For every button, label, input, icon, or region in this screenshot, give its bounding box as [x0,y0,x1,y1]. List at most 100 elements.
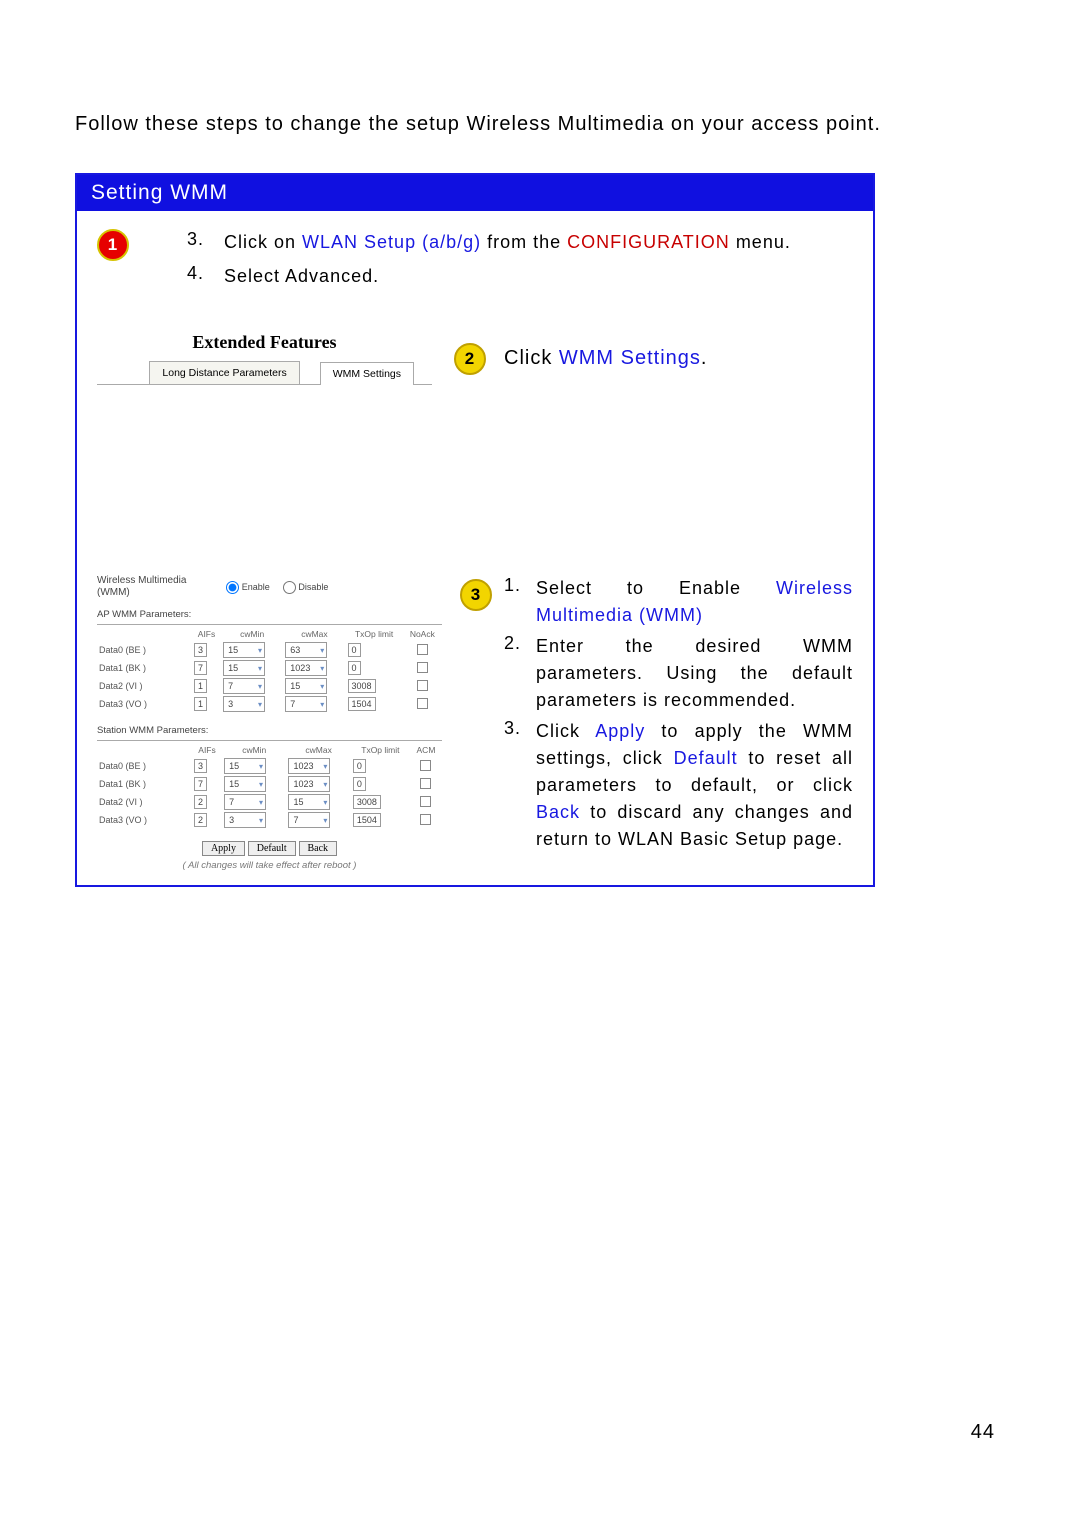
cwmax-select[interactable]: 7▾ [285,696,327,712]
th-aifs: AIFs [192,743,222,757]
step-number: 4. [184,263,204,289]
aifs-input[interactable]: 7 [194,777,207,791]
aifs-input[interactable]: 7 [194,661,207,675]
step-number: 3. [504,718,522,853]
aifs-input[interactable]: 2 [194,795,207,809]
step-number: 2. [504,633,522,714]
row-name: Data0 (BE ) [97,641,192,659]
row-name: Data3 (VO ) [97,695,192,713]
link-text: Back [536,802,580,822]
cwmax-select[interactable]: 63▾ [285,642,327,658]
checkbox[interactable] [417,644,428,655]
row-name: Data2 (VI ) [97,677,192,695]
th-cwmin: cwMin [222,743,286,757]
cwmax-select[interactable]: 15▾ [288,794,330,810]
chevron-down-icon: ▾ [259,816,263,825]
cwmin-select[interactable]: 7▾ [223,678,265,694]
cwmin-select[interactable]: 3▾ [223,696,265,712]
row-name: Data0 (BE ) [97,757,192,775]
cwmin-select[interactable]: 15▾ [224,776,266,792]
txop-input[interactable]: 0 [353,777,366,791]
list-item: 1.Select to Enable Wireless Multimedia (… [504,575,853,629]
cwmin-select[interactable]: 15▾ [223,642,265,658]
configuration-link: CONFIGURATION [567,232,730,252]
chevron-down-icon: ▾ [323,780,327,789]
tab-wmm-settings[interactable]: WMM Settings [320,362,414,385]
step-1-item-3: 3. Click on WLAN Setup (a/b/g) from the … [184,229,853,255]
wmm-enable-radio[interactable] [226,581,239,594]
back-button[interactable]: Back [299,841,338,856]
step-text: Select to Enable Wireless Multimedia (WM… [536,575,853,629]
cwmax-select[interactable]: 7▾ [288,812,330,828]
cwmax-select[interactable]: 15▾ [285,678,327,694]
txop-input[interactable]: 3008 [348,679,376,693]
aifs-input[interactable]: 1 [194,679,207,693]
table-row: Data0 (BE )3 15▾ 63▾ 0 [97,641,442,659]
checkbox[interactable] [420,814,431,825]
chevron-down-icon: ▾ [259,780,263,789]
checkbox[interactable] [417,680,428,691]
apply-button[interactable]: Apply [202,841,245,856]
cwmax-select[interactable]: 1023▾ [288,758,330,774]
aifs-input[interactable]: 2 [194,813,207,827]
row-name: Data1 (BK ) [97,659,192,677]
text: menu. [730,232,791,252]
step-1-item-4: 4. Select Advanced. [184,263,853,289]
cwmin-select[interactable]: 7▾ [224,794,266,810]
wmm-disable-radio[interactable] [283,581,296,594]
txop-input[interactable]: 0 [353,759,366,773]
checkbox[interactable] [417,662,428,673]
checkbox[interactable] [420,760,431,771]
list-item: 2.Enter the desired WMM parameters. Usin… [504,633,853,714]
checkbox[interactable] [420,778,431,789]
reboot-note: ( All changes will take effect after reb… [97,860,442,871]
step-badge-2: 2 [454,343,486,375]
aifs-input[interactable]: 1 [194,697,207,711]
ap-params-heading: AP WMM Parameters: [97,609,442,620]
table-row: Data0 (BE )3 15▾ 1023▾ 0 [97,757,442,775]
txop-input[interactable]: 3008 [353,795,381,809]
intro-text: Follow these steps to change the setup W… [75,110,1005,138]
text: from the [481,232,567,252]
wmm-group-label: Wireless Multimedia (WMM) [97,575,212,599]
cwmin-select[interactable]: 15▾ [223,660,265,676]
row-name: Data1 (BK ) [97,775,192,793]
link-text: Apply [595,721,645,741]
sta-wmm-table: AIFs cwMin cwMax TxOp limit ACM Data0 (B… [97,743,442,829]
chevron-down-icon: ▾ [323,816,327,825]
row-name: Data3 (VO ) [97,811,192,829]
step-badge-1: 1 [97,229,129,261]
txop-input[interactable]: 1504 [353,813,381,827]
th-cwmin: cwMin [221,627,283,641]
th-noack: NoAck [403,627,442,641]
chevron-down-icon: ▾ [323,798,327,807]
step-2-text: Click WMM Settings. [504,347,707,370]
checkbox[interactable] [420,796,431,807]
cwmin-select[interactable]: 15▾ [224,758,266,774]
checkbox[interactable] [417,698,428,709]
aifs-input[interactable]: 3 [194,759,207,773]
txop-input[interactable]: 0 [348,661,361,675]
text: Click [504,347,559,369]
tab-long-distance[interactable]: Long Distance Parameters [149,361,299,384]
cwmax-select[interactable]: 1023▾ [288,776,330,792]
step-text: Click on WLAN Setup (a/b/g) from the CON… [224,229,853,255]
chevron-down-icon: ▾ [258,682,262,691]
cwmin-select[interactable]: 3▾ [224,812,266,828]
aifs-input[interactable]: 3 [194,643,207,657]
table-row: Data3 (VO )1 3▾ 7▾ 1504 [97,695,442,713]
step-text: Click Apply to apply the WMM settings, c… [536,718,853,853]
txop-input[interactable]: 0 [348,643,361,657]
cwmax-select[interactable]: 1023▾ [285,660,327,676]
txop-input[interactable]: 1504 [348,697,376,711]
link-text: Default [674,748,738,768]
step-text: Enter the desired WMM parameters. Using … [536,633,853,714]
th-aifs: AIFs [192,627,221,641]
panel-title: Extended Features [97,332,432,353]
table-row: Data1 (BK )7 15▾ 1023▾ 0 [97,775,442,793]
default-button[interactable]: Default [248,841,296,856]
box-title: Setting WMM [77,175,873,211]
wmm-settings-link: WMM Settings [559,347,701,369]
step-number: 3. [184,229,204,255]
chevron-down-icon: ▾ [320,682,324,691]
